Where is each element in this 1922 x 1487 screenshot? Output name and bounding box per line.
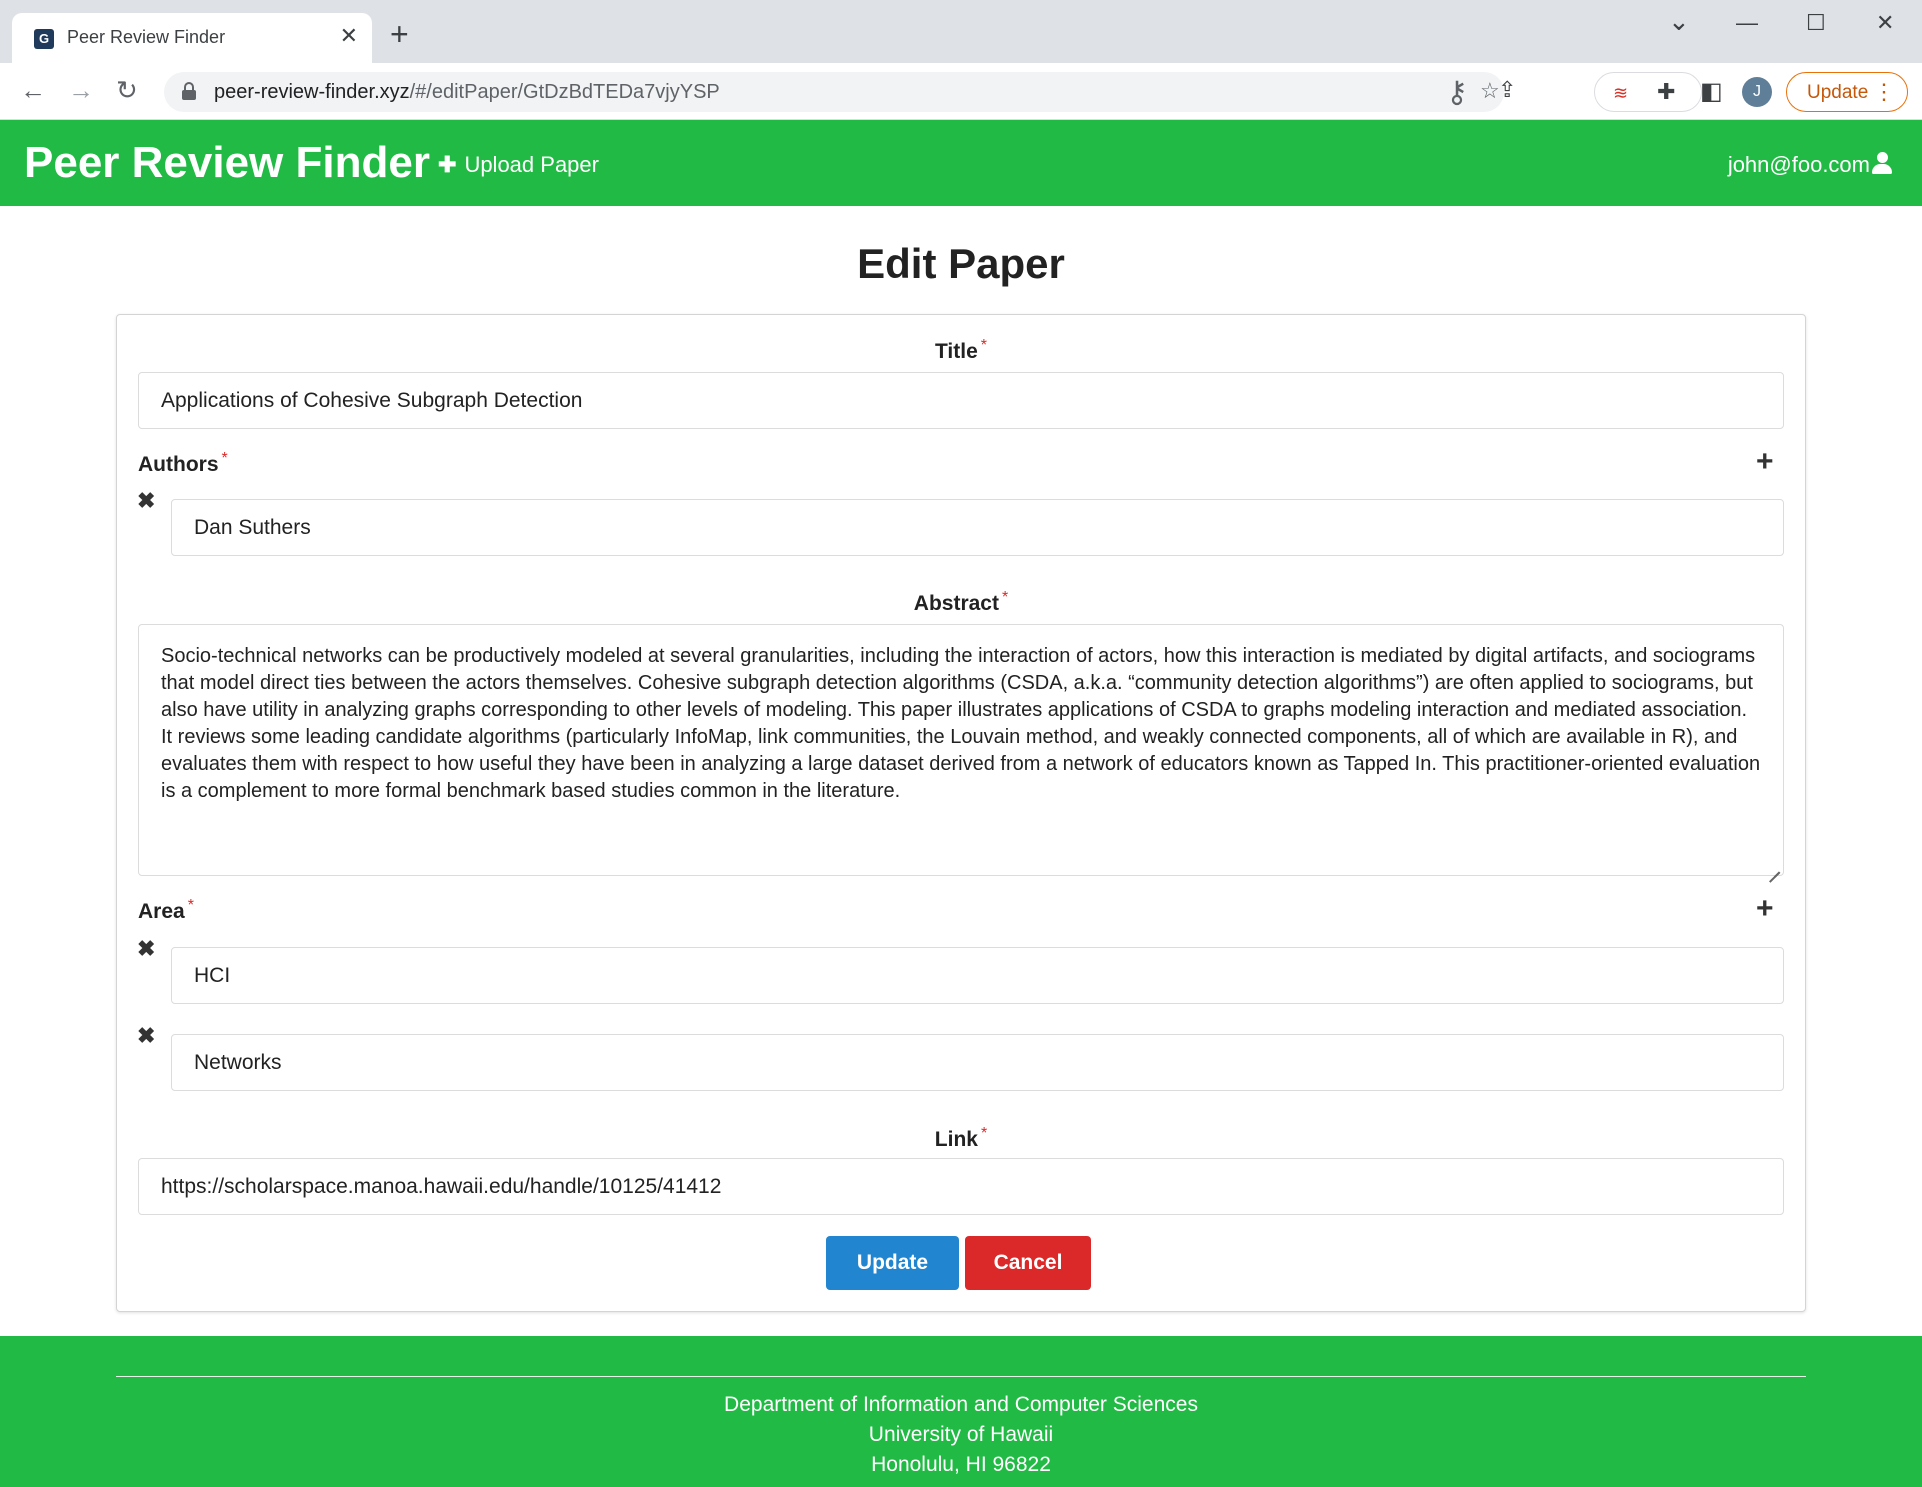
upload-paper-label: Upload Paper: [464, 152, 599, 177]
close-icon: ✖: [137, 1023, 156, 1048]
new-tab-button[interactable]: +: [390, 18, 409, 50]
cancel-button[interactable]: Cancel: [965, 1236, 1091, 1290]
area-input[interactable]: Networks: [171, 1034, 1784, 1091]
window-close-icon[interactable]: ✕: [1876, 10, 1894, 36]
share-icon[interactable]: ⇪: [1498, 77, 1516, 103]
lock-icon: [182, 82, 196, 100]
key-icon[interactable]: ⚷: [1446, 75, 1468, 110]
browser-tabstrip: G Peer Review Finder ✕ + ⌄ — ☐ ✕: [0, 0, 1922, 63]
required-marker: *: [187, 897, 194, 914]
required-marker: *: [1001, 589, 1009, 606]
area-label: Area *: [138, 897, 194, 923]
minimize-icon[interactable]: —: [1736, 10, 1758, 36]
update-button[interactable]: Update: [826, 1236, 959, 1290]
favicon-icon: G: [34, 29, 54, 49]
required-marker: *: [980, 1125, 988, 1142]
remove-area-button[interactable]: ✖: [137, 1023, 155, 1049]
abstract-textarea[interactable]: Socio-technical networks can be producti…: [138, 624, 1784, 876]
link-input[interactable]: https://scholarspace.manoa.hawaii.edu/ha…: [138, 1158, 1784, 1215]
authors-label: Authors *: [138, 450, 228, 476]
browser-tab[interactable]: G Peer Review Finder ✕: [12, 13, 372, 63]
reload-icon[interactable]: ↻: [116, 75, 138, 105]
footer-university: University of Hawaii: [868, 1423, 1054, 1446]
footer-department: Department of Information and Computer S…: [724, 1393, 1198, 1416]
title-input[interactable]: Applications of Cohesive Subgraph Detect…: [138, 372, 1784, 429]
browser-toolbar: ← → ↻ peer-review-finder.xyz/#/editPaper…: [0, 63, 1922, 120]
link-label: Link *: [934, 1125, 988, 1151]
address-bar[interactable]: peer-review-finder.xyz/#/editPaper/GtDzB…: [164, 72, 1504, 112]
side-panel-icon[interactable]: ◧: [1700, 77, 1723, 106]
required-marker: *: [980, 337, 988, 354]
plus-icon: +: [1756, 892, 1774, 925]
extension-icon[interactable]: ≋: [1613, 83, 1628, 104]
close-icon: ✖: [137, 488, 156, 513]
required-marker: *: [221, 450, 228, 467]
upload-paper-link[interactable]: ✚ Upload Paper: [438, 152, 599, 178]
add-area-button[interactable]: +: [1756, 894, 1774, 924]
user-email: john@foo.com: [1727, 152, 1870, 177]
app-navbar: Peer Review Finder ✚ Upload Paper john@fo…: [0, 120, 1922, 206]
profile-avatar[interactable]: J: [1742, 77, 1772, 107]
title-label: Title *: [934, 337, 988, 363]
footer-address: Honolulu, HI 96822: [871, 1453, 1051, 1476]
maximize-icon[interactable]: ☐: [1806, 10, 1826, 36]
author-input[interactable]: Dan Suthers: [171, 499, 1784, 556]
remove-area-button[interactable]: ✖: [137, 936, 155, 962]
tab-close-icon[interactable]: ✕: [340, 23, 358, 49]
tab-search-icon[interactable]: ⌄: [1668, 6, 1690, 37]
tab-title: Peer Review Finder: [67, 27, 226, 47]
add-author-button[interactable]: +: [1756, 447, 1774, 477]
remove-author-button[interactable]: ✖: [137, 488, 155, 514]
browser-update-label: Update: [1807, 82, 1869, 103]
close-icon: ✖: [137, 936, 156, 961]
forward-icon[interactable]: →: [68, 75, 94, 105]
footer-divider: [116, 1376, 1806, 1377]
plus-icon: ✚: [438, 152, 457, 177]
browser-update-button[interactable]: Update ⋮: [1786, 72, 1908, 112]
plus-icon: +: [1756, 445, 1774, 478]
area-input[interactable]: HCI: [171, 947, 1784, 1004]
user-icon: [1872, 152, 1892, 174]
abstract-label: Abstract *: [913, 589, 1009, 615]
resize-handle-icon[interactable]: [1768, 860, 1780, 872]
brand-title[interactable]: Peer Review Finder: [24, 138, 430, 188]
abstract-text: Socio-technical networks can be producti…: [161, 645, 1761, 802]
extensions-pill: ≋ ✚: [1594, 72, 1702, 112]
page-title: Edit Paper: [857, 240, 1065, 287]
footer: Department of Information and Computer S…: [0, 1336, 1922, 1487]
star-icon[interactable]: ☆: [1480, 78, 1500, 104]
puzzle-icon[interactable]: ✚: [1657, 79, 1675, 105]
url-text: peer-review-finder.xyz/#/editPaper/GtDzB…: [214, 81, 720, 103]
more-menu-icon: ⋮: [1873, 79, 1895, 104]
user-menu[interactable]: john@foo.com: [1728, 152, 1892, 178]
back-icon[interactable]: ←: [20, 75, 46, 105]
